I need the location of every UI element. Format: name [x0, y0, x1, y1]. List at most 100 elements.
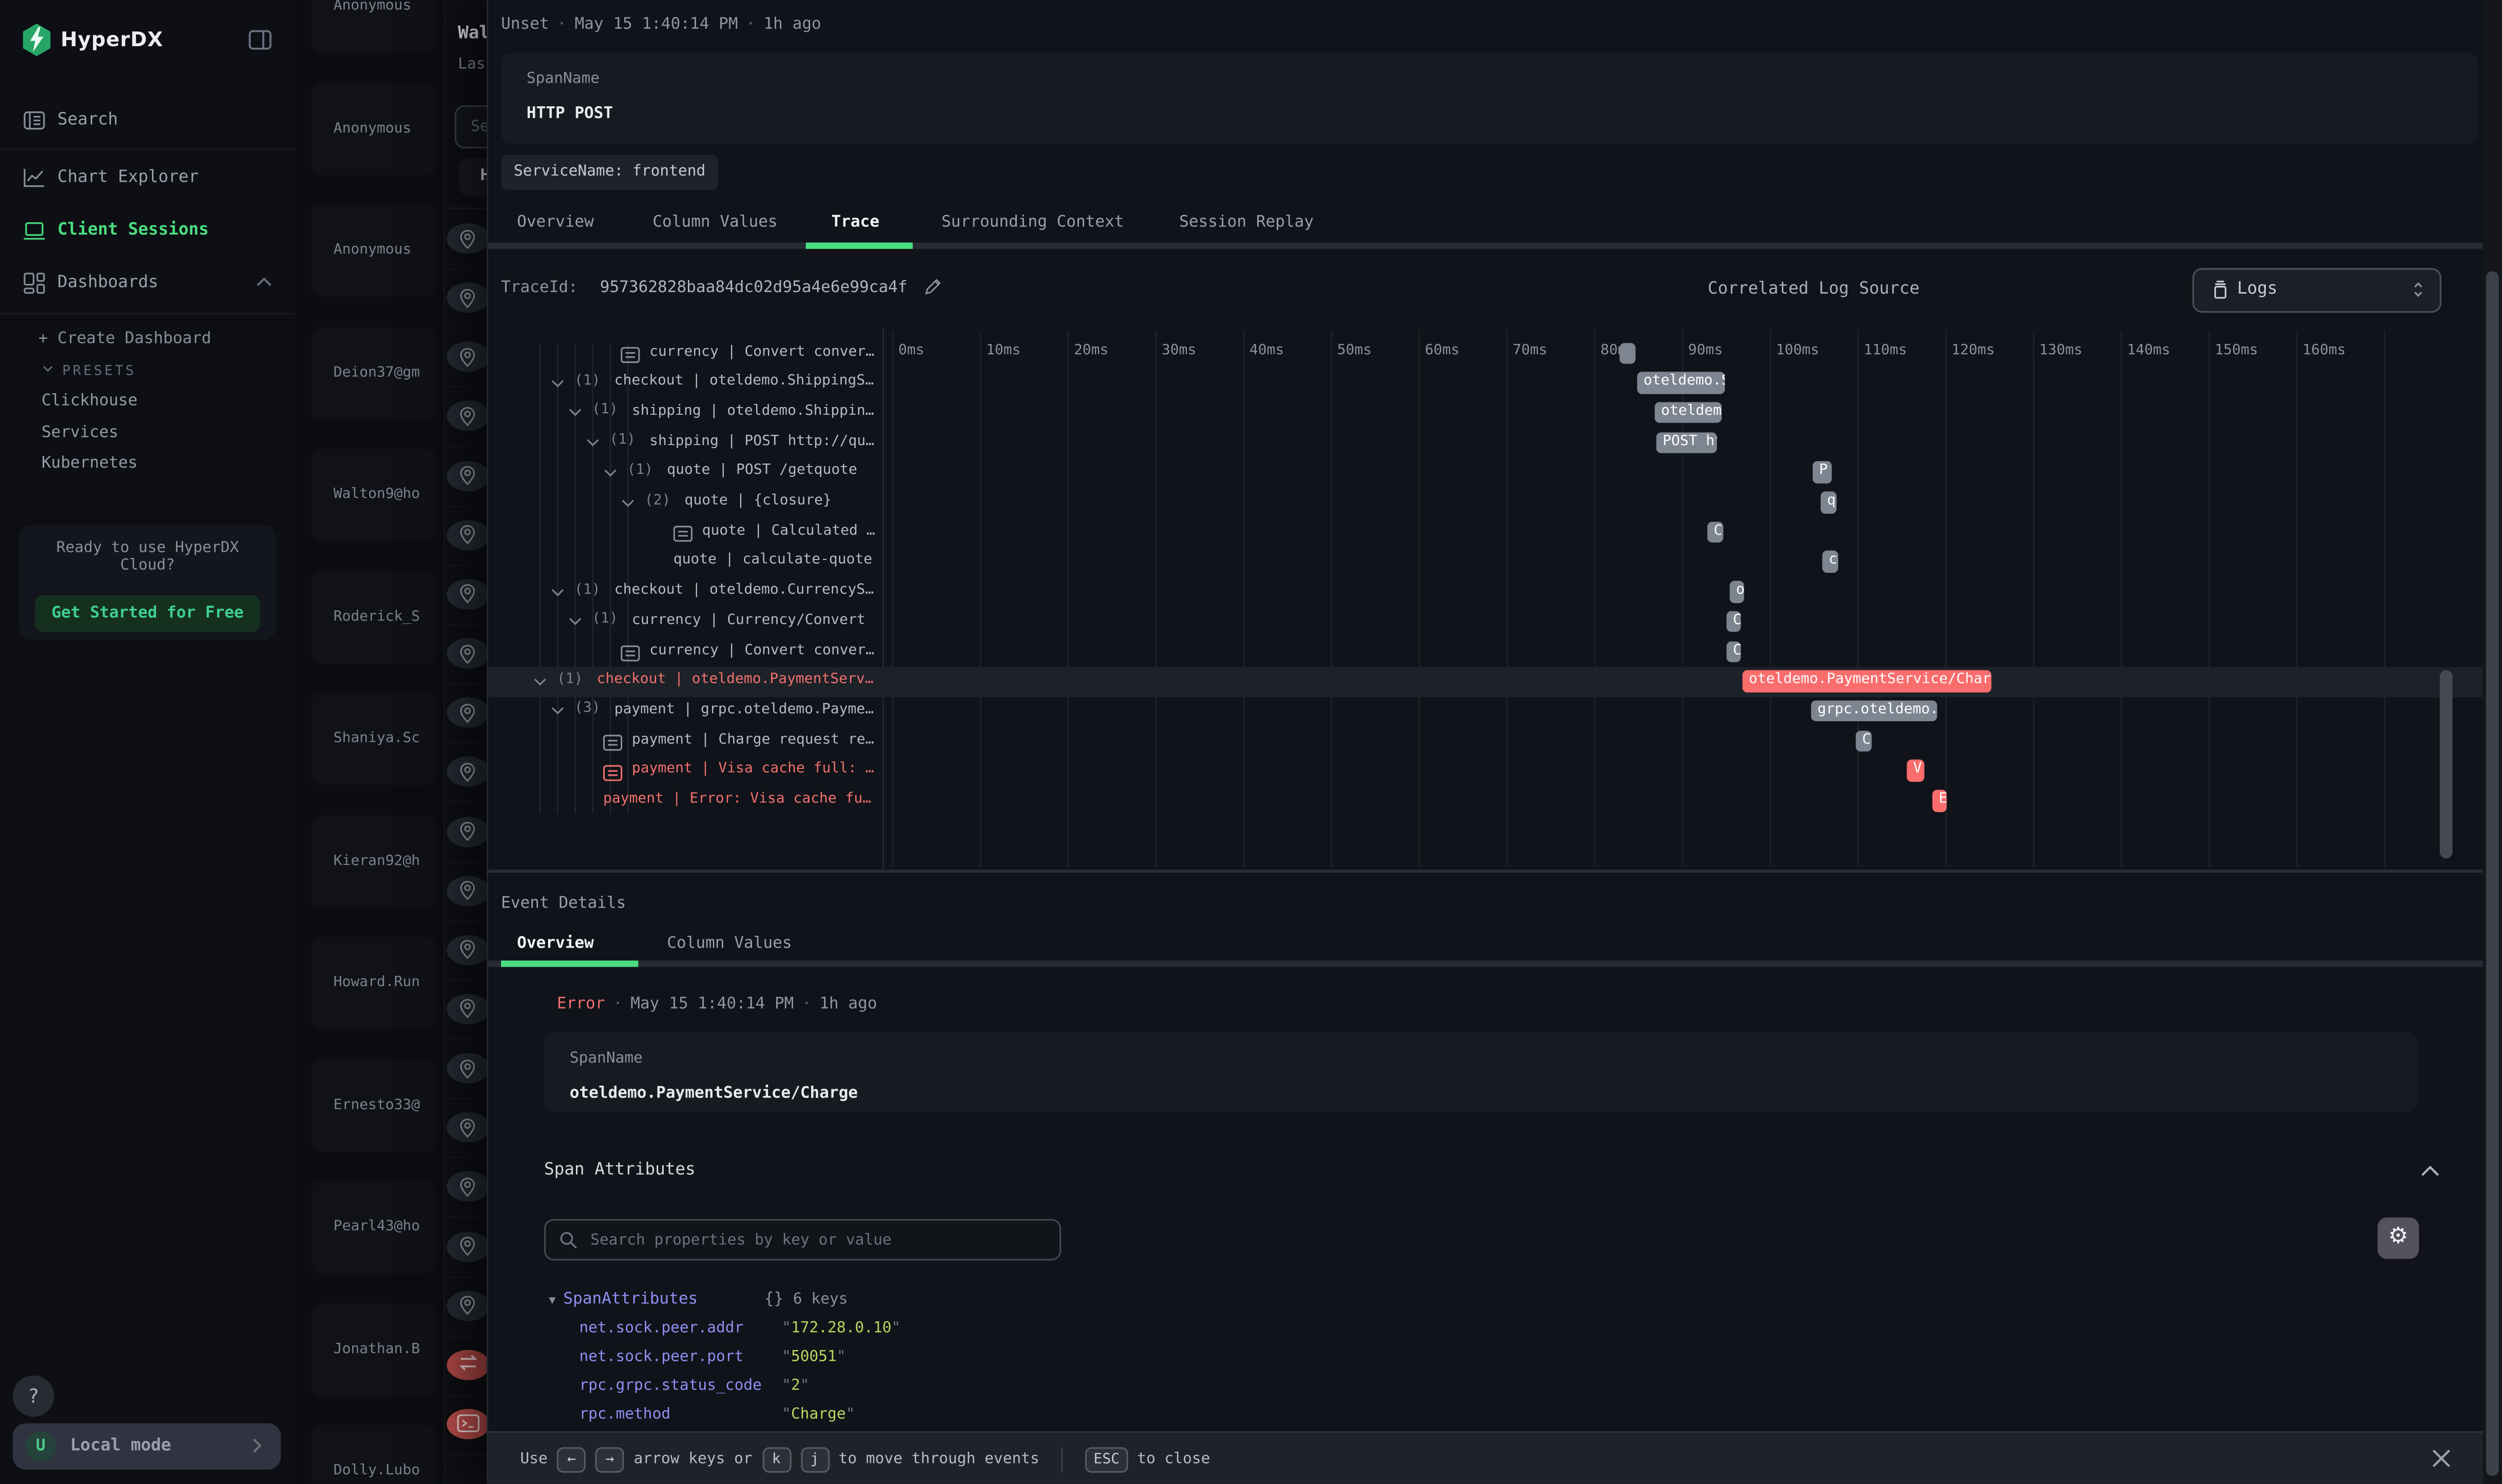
tab-session-replay[interactable]: Session Replay	[1179, 214, 1314, 232]
attribute-search-input[interactable]	[587, 1222, 1053, 1257]
span-duration-bar[interactable]: q	[1821, 491, 1837, 513]
chevron-down-icon[interactable]	[568, 616, 583, 628]
attributes-root-key[interactable]: SpanAttributes	[563, 1291, 698, 1308]
session-card[interactable]: Deion37@gm	[311, 326, 435, 419]
trace-span-row[interactable]: (1)shipping | oteldemo.Shipping…oteldemo	[488, 398, 2485, 428]
attribute-key[interactable]: net.sock.peer.port	[579, 1348, 743, 1366]
session-card[interactable]: Anonymous	[311, 82, 435, 175]
attribute-key[interactable]: rpc.method	[579, 1406, 670, 1423]
session-filter-button[interactable]: H	[459, 158, 488, 197]
session-card[interactable]: Pearl43@ho	[311, 1181, 435, 1273]
attribute-key[interactable]: rpc.grpc.status_code	[579, 1377, 762, 1395]
session-event-row[interactable]	[445, 209, 488, 269]
span-duration-bar[interactable]: P	[1813, 461, 1832, 483]
trace-span-row[interactable]: (1)checkout | oteldemo.PaymentServi…otel…	[488, 666, 2485, 697]
trace-span-row[interactable]: (1)checkout | oteldemo.CurrencySe…o	[488, 577, 2485, 607]
trace-span-row[interactable]: payment | Charge request rec…C	[488, 726, 2485, 757]
session-card[interactable]: Anonymous	[311, 0, 435, 53]
waterfall-scrollbar[interactable]	[2440, 670, 2453, 859]
chevron-down-icon[interactable]	[603, 467, 618, 478]
session-event-row[interactable]	[445, 861, 488, 921]
collapse-sidebar-icon[interactable]	[247, 27, 273, 53]
span-duration-bar[interactable]: POST ht	[1657, 432, 1717, 453]
sidebar-item-chart-explorer[interactable]: Chart Explorer	[0, 160, 295, 198]
preset-item-services[interactable]: Services	[42, 423, 119, 441]
session-event-row[interactable]	[445, 1217, 488, 1277]
span-duration-bar[interactable]: oteldemo.Sh	[1637, 372, 1725, 394]
log-source-select[interactable]: Logs	[2192, 268, 2441, 313]
session-event-row[interactable]	[445, 1276, 488, 1337]
sidebar-item-client-sessions[interactable]: Client Sessions	[0, 212, 295, 250]
session-event-row[interactable]	[445, 268, 488, 329]
span-duration-bar[interactable]: C	[1707, 521, 1723, 543]
session-event-row[interactable]	[445, 1395, 488, 1455]
chevron-down-icon[interactable]	[533, 676, 547, 687]
session-card[interactable]: Shaniya.Sc	[311, 692, 435, 785]
chevron-down-icon[interactable]	[621, 497, 635, 508]
span-duration-bar[interactable]	[1620, 342, 1635, 364]
trace-span-row[interactable]: (1)shipping | POST http://quo…POST ht	[488, 428, 2485, 458]
chevron-down-icon[interactable]	[550, 587, 565, 598]
event-details-tab-column-values[interactable]: Column Values	[667, 935, 792, 953]
trace-span-row[interactable]: payment | Visa cache full: c…V	[488, 756, 2485, 786]
tab-column-values[interactable]: Column Values	[652, 214, 777, 232]
sidebar-item-dashboards[interactable]: Dashboards	[0, 265, 295, 303]
session-card[interactable]: Anonymous	[311, 204, 435, 297]
chevron-down-icon[interactable]	[550, 378, 565, 389]
session-event-row[interactable]	[445, 565, 488, 625]
session-event-row[interactable]	[445, 683, 488, 744]
session-event-row[interactable]	[445, 624, 488, 685]
chevron-down-icon[interactable]	[586, 437, 600, 449]
gear-icon[interactable]: ⚙	[2378, 1218, 2419, 1259]
local-mode-menu[interactable]: U Local mode	[13, 1423, 281, 1470]
session-event-row[interactable]	[445, 1039, 488, 1100]
session-event-row[interactable]	[445, 1098, 488, 1159]
session-card[interactable]: Kieran92@h	[311, 815, 435, 907]
service-name-chip[interactable]: ServiceName: frontend	[501, 155, 718, 190]
trace-span-row[interactable]: (1)currency | Currency/ConvertC	[488, 607, 2485, 637]
create-dashboard-button[interactable]: + Create Dashboard	[39, 330, 211, 348]
trace-span-row[interactable]: (2)quote | {closure}q	[488, 488, 2485, 518]
session-event-row[interactable]	[445, 1335, 488, 1396]
span-duration-bar[interactable]: grpc.oteldemo.	[1811, 700, 1937, 722]
tab-trace[interactable]: Trace	[831, 214, 879, 232]
tab-surrounding-context[interactable]: Surrounding Context	[941, 214, 1124, 232]
session-search-input[interactable]: Sea	[455, 105, 488, 148]
presets-toggle[interactable]: PRESETS	[42, 362, 136, 380]
tab-overview[interactable]: Overview	[517, 214, 594, 232]
chevron-down-icon[interactable]	[550, 706, 565, 717]
session-event-row[interactable]	[445, 506, 488, 566]
trace-span-row[interactable]: (1)quote | POST /getquoteP	[488, 457, 2485, 488]
trace-span-row[interactable]: (3)payment | grpc.oteldemo.Paymen…grpc.o…	[488, 696, 2485, 726]
session-event-row[interactable]	[445, 387, 488, 448]
trace-span-row[interactable]: payment | Error: Visa cache ful…E	[488, 786, 2485, 816]
span-duration-bar[interactable]: oteldemo	[1654, 402, 1722, 423]
help-button[interactable]: ?	[13, 1375, 54, 1417]
attribute-key[interactable]: net.sock.peer.addr	[579, 1320, 743, 1337]
session-event-row[interactable]	[445, 979, 488, 1040]
session-card[interactable]: Dolly.Lubo	[311, 1425, 435, 1484]
edit-pencil-icon[interactable]	[922, 276, 943, 297]
session-event-row[interactable]	[445, 742, 488, 803]
session-card[interactable]: Roderick_S	[311, 570, 435, 663]
get-started-button[interactable]: Get Started for Free	[35, 595, 260, 631]
close-icon[interactable]	[2430, 1447, 2453, 1470]
span-duration-bar[interactable]: C	[1856, 730, 1872, 751]
sidebar-item-search[interactable]: Search	[0, 102, 295, 141]
session-card[interactable]: Howard.Run	[311, 937, 435, 1029]
span-duration-bar[interactable]: V	[1907, 760, 1924, 782]
session-event-row[interactable]	[445, 920, 488, 981]
span-duration-bar[interactable]: c	[1822, 551, 1838, 573]
session-card[interactable]: Jonathan.B	[311, 1303, 435, 1395]
chevron-down-icon[interactable]	[568, 408, 583, 419]
session-card[interactable]: Walton9@ho	[311, 448, 435, 541]
session-card[interactable]: Ernesto33@	[311, 1058, 435, 1151]
session-event-row[interactable]	[445, 1158, 488, 1218]
span-duration-bar[interactable]: C	[1726, 611, 1741, 632]
trace-span-row[interactable]: currency | Convert convers…	[488, 338, 2485, 369]
span-duration-bar[interactable]: C	[1726, 641, 1741, 662]
span-duration-bar[interactable]: oteldemo.PaymentService/Char	[1742, 670, 1991, 692]
attributes-root-row[interactable]: ▼ SpanAttributes {} 6 keys	[488, 1289, 2485, 1315]
trace-span-row[interactable]: currency | Convert convers…C	[488, 637, 2485, 667]
session-event-row[interactable]	[445, 802, 488, 862]
